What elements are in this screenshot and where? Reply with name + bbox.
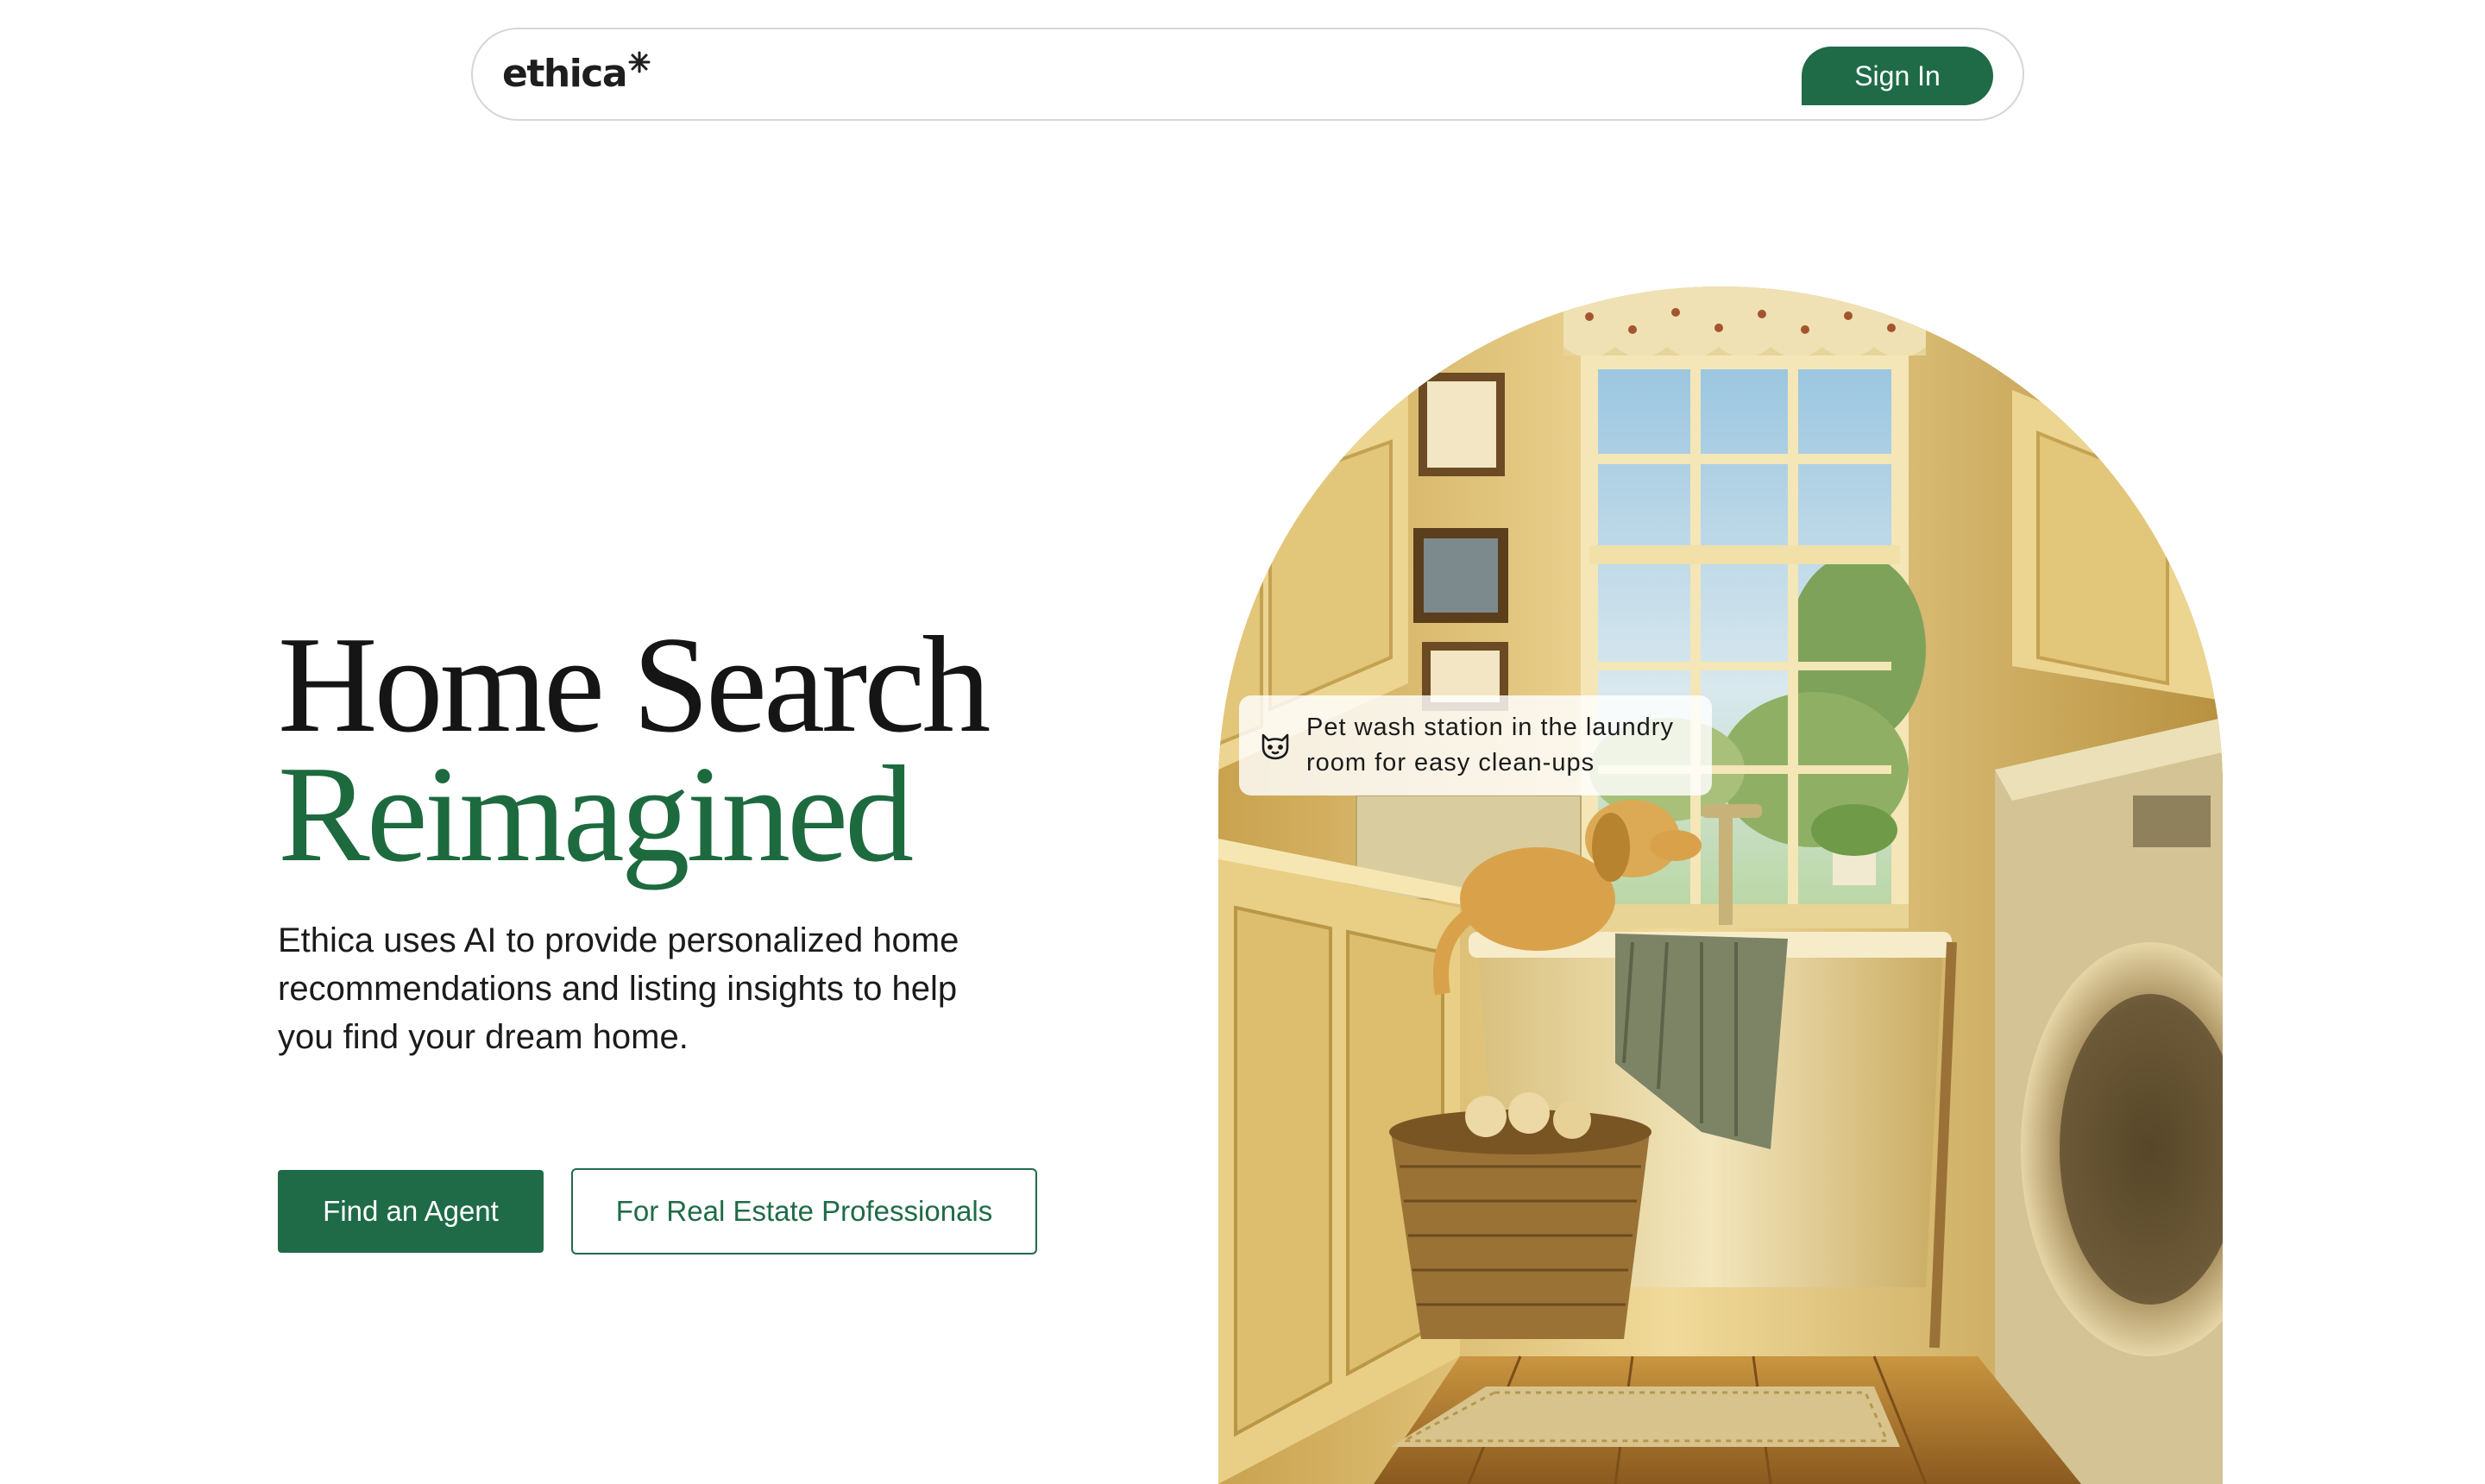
hero-title: Home Search Reimagined xyxy=(278,615,991,890)
pet-icon xyxy=(1261,733,1289,760)
ethica-logo[interactable]: ethica xyxy=(502,48,651,100)
sign-in-button[interactable]: Sign In xyxy=(1802,47,1993,105)
logo-text: ethica xyxy=(502,52,628,96)
real-estate-professionals-button[interactable]: For Real Estate Professionals xyxy=(571,1168,1037,1254)
feature-tooltip: Pet wash station in the laundry room for… xyxy=(1239,695,1712,795)
laundry-room-illustration xyxy=(1218,286,2223,1484)
top-navbar: ethica Sign In xyxy=(471,28,2024,121)
feature-tooltip-text: Pet wash station in the laundry room for… xyxy=(1306,714,1674,777)
hero-description: Ethica uses AI to provide personalized h… xyxy=(278,921,959,1056)
find-agent-button[interactable]: Find an Agent xyxy=(278,1170,544,1253)
sparkle-icon xyxy=(628,51,651,73)
laundry-room-image xyxy=(1218,286,2223,1484)
hero-title-accent: Reimagined xyxy=(278,737,914,890)
